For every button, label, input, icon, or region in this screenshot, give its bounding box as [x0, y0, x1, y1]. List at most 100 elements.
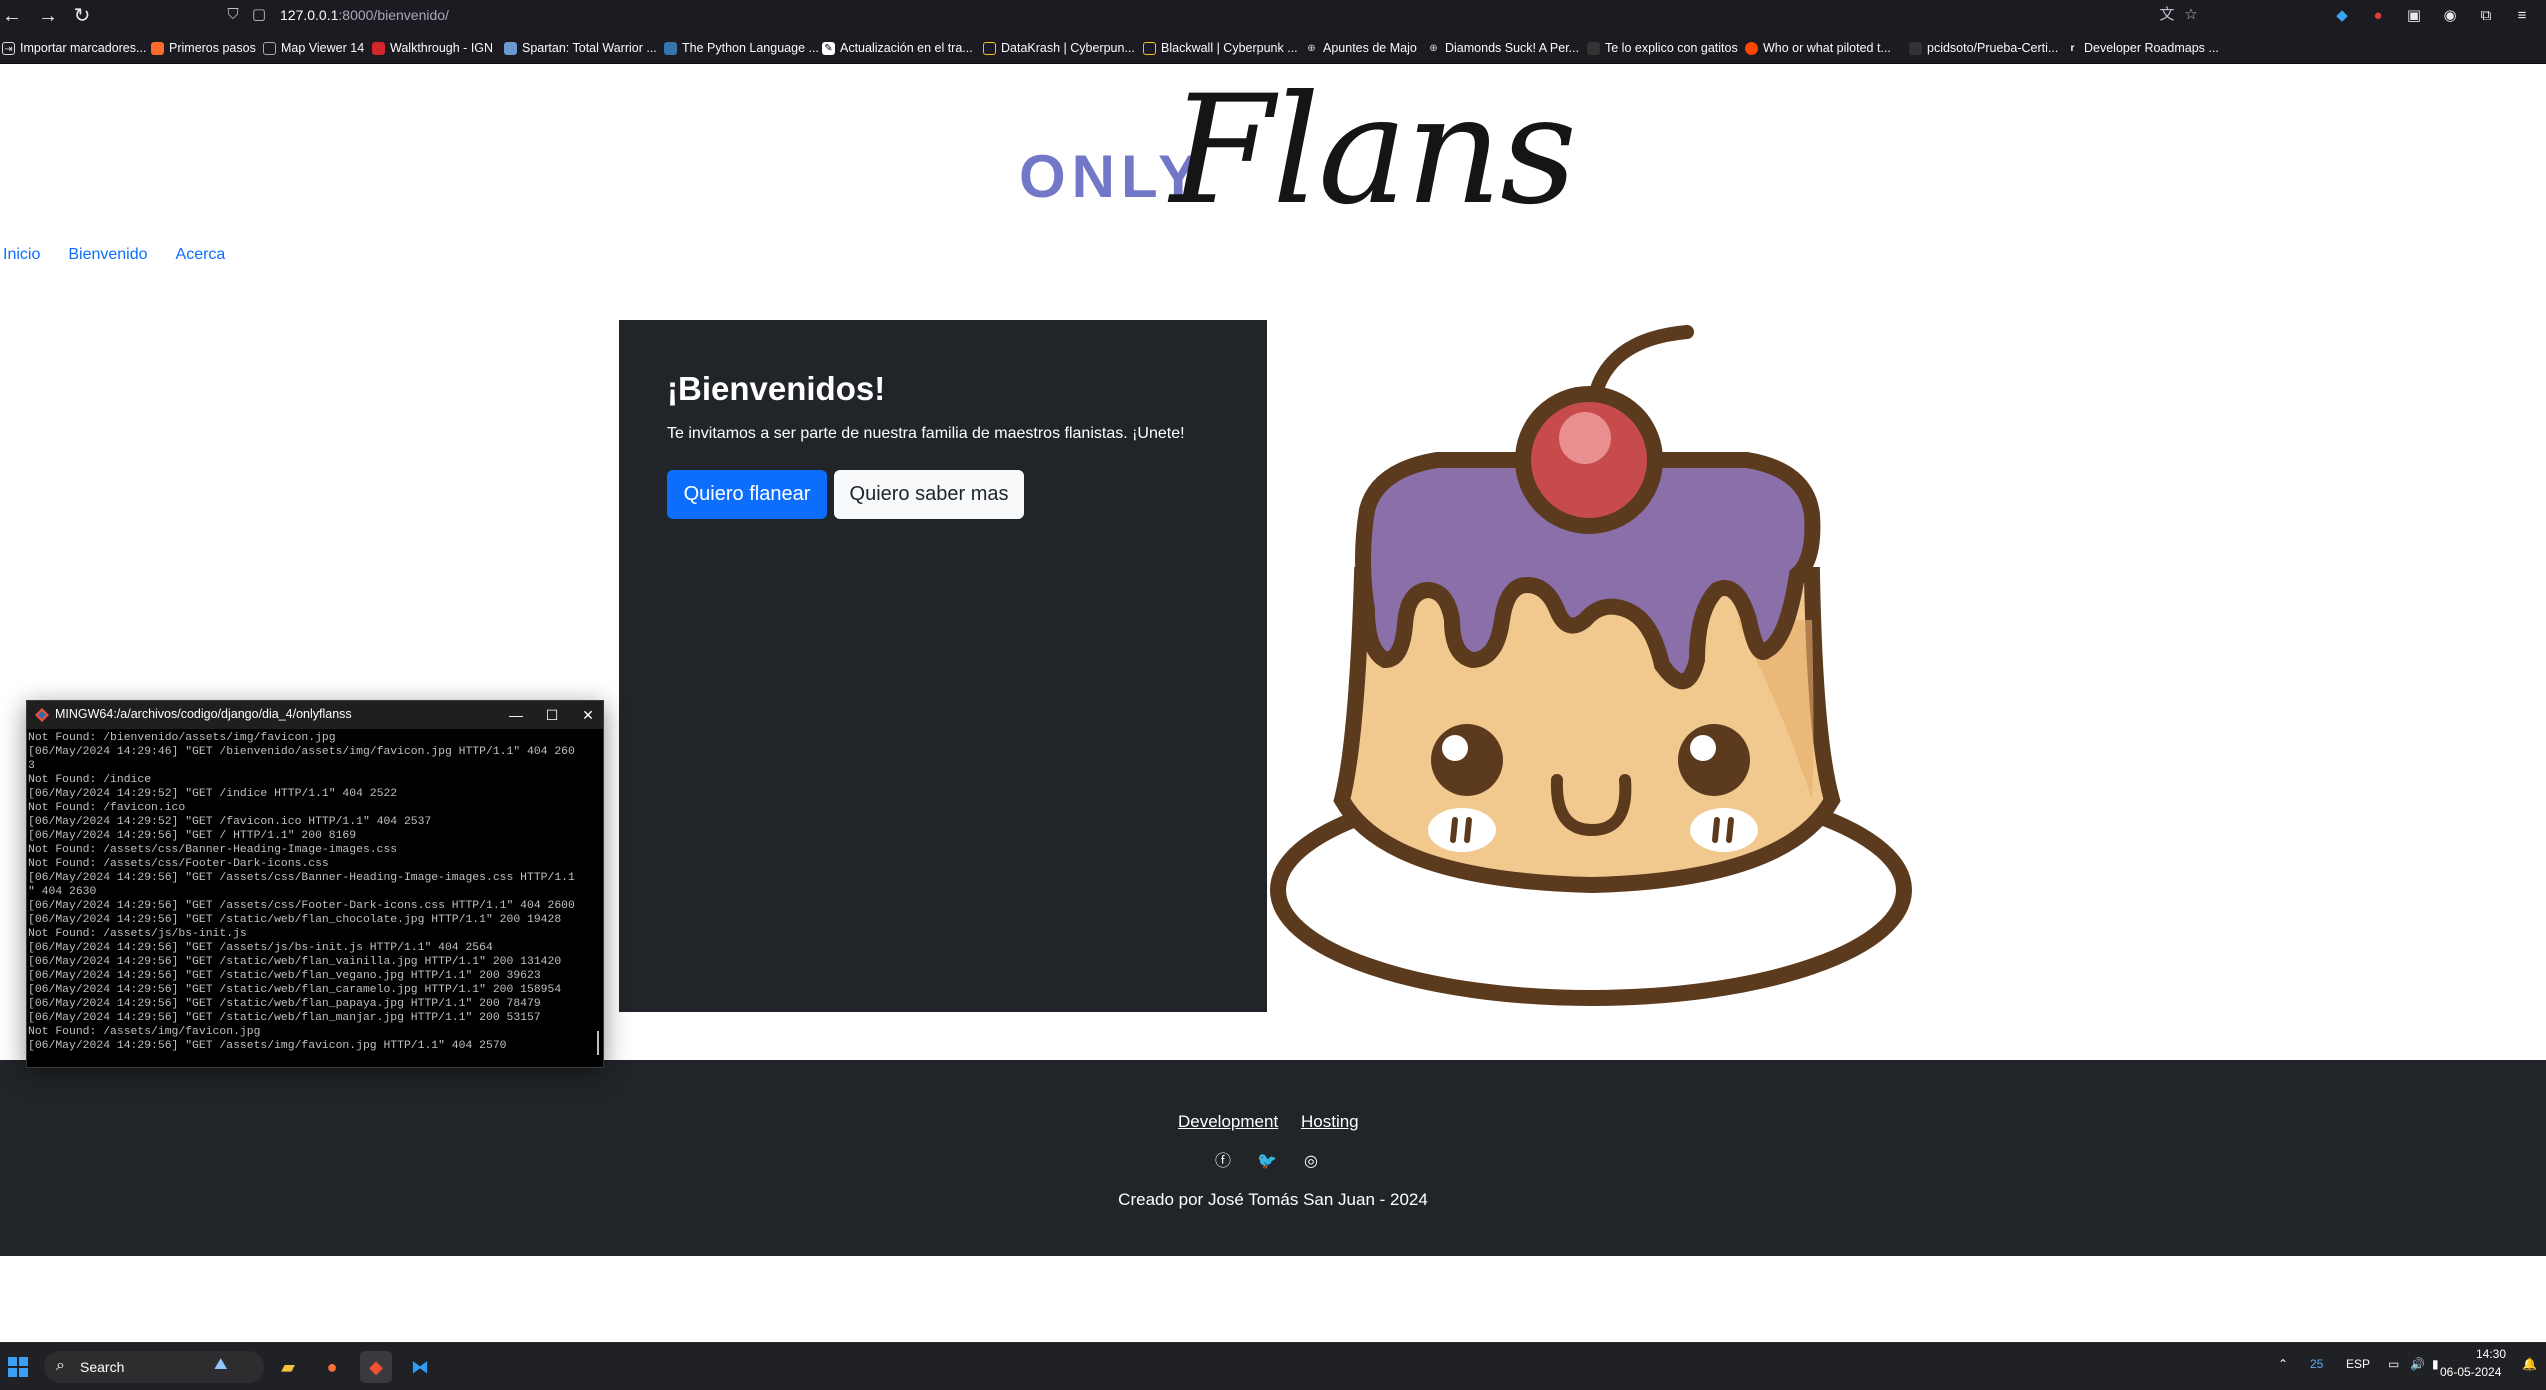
nav-link-acerca[interactable]: Acerca	[173, 240, 229, 270]
python-icon	[664, 41, 677, 55]
menu-icon[interactable]: ≡	[2512, 6, 2532, 26]
page-info-icon[interactable]: ▢	[250, 6, 268, 24]
bookmark-label: The Python Language ...	[682, 41, 819, 55]
terminal-line: [06/May/2024 14:29:56] "GET / HTTP/1.1" …	[28, 830, 357, 842]
github-icon	[1909, 41, 1922, 55]
footer-link-hosting[interactable]: Hosting	[1301, 1112, 1359, 1132]
volume-icon[interactable]: 🔊	[2410, 1357, 2425, 1371]
terminal-line: Not Found: /assets/css/Banner-Heading-Im…	[28, 844, 398, 856]
url-path: :8000/bienvenido/	[338, 7, 449, 23]
terminal-line: [06/May/2024 14:29:56] "GET /static/web/…	[28, 970, 541, 982]
terminal-line: [06/May/2024 14:29:56] "GET /static/web/…	[28, 914, 562, 926]
minimize-icon[interactable]: —	[505, 704, 527, 726]
bookmark-label: Diamonds Suck! A Per...	[1445, 41, 1580, 55]
twitter-icon[interactable]: 🐦	[1257, 1152, 1277, 1172]
file-explorer-icon[interactable]: ▰	[272, 1351, 304, 1383]
tray-chevron-icon[interactable]: ⌃	[2278, 1357, 2288, 1371]
extension-red-icon[interactable]: ●	[2368, 6, 2388, 26]
bookmark-label: pcidsoto/Prueba-Certi...	[1927, 41, 2059, 55]
back-arrow-icon[interactable]: ←	[0, 4, 24, 28]
reload-icon[interactable]: ↻	[70, 4, 94, 28]
firefox-icon[interactable]: ●	[316, 1351, 348, 1383]
bookmark-item[interactable]: DataKrash | Cyberpun...	[983, 39, 1135, 57]
hero-text: Te invitamos a ser parte de nuestra fami…	[667, 425, 1185, 442]
bookmark-item[interactable]: Walkthrough - IGN	[372, 39, 493, 57]
bookmark-label: DataKrash | Cyberpun...	[1001, 41, 1135, 55]
bookmark-item[interactable]: pcidsoto/Prueba-Certi...	[1909, 39, 2058, 57]
clock-date[interactable]: 06-05-2024	[2440, 1365, 2501, 1379]
shield-icon[interactable]: ⛉	[224, 6, 242, 24]
terminal-line: [06/May/2024 14:29:52] "GET /favicon.ico…	[28, 816, 432, 828]
flan-illustration	[1267, 320, 1915, 1012]
battery-icon[interactable]: ▮	[2432, 1357, 2439, 1371]
extension-camera-icon[interactable]: ▣	[2404, 6, 2424, 26]
taskbar-search[interactable]: ⌕ Search ⛰	[44, 1351, 264, 1383]
terminal-line: [06/May/2024 14:29:56] "GET /static/web/…	[28, 998, 541, 1010]
bookmark-item[interactable]: Blackwall | Cyberpunk ...	[1143, 39, 1298, 57]
page-icon	[263, 41, 276, 55]
search-label: Search	[80, 1359, 125, 1375]
bookmark-item[interactable]: The Python Language ...	[664, 39, 819, 57]
terminal-window[interactable]: MINGW64:/a/archivos/codigo/django/dia_4/…	[26, 700, 604, 1068]
facebook-icon[interactable]: ⓕ	[1213, 1152, 1233, 1172]
ign-icon	[372, 41, 385, 55]
terminal-line: Not Found: /favicon.ico	[28, 802, 186, 814]
account-icon[interactable]: ◉	[2440, 6, 2460, 26]
terminal-output[interactable]: Not Found: /bienvenido/assets/img/favico…	[27, 731, 591, 1067]
cyberpunk-icon	[1143, 41, 1156, 55]
terminal-line: Not Found: /assets/img/favicon.jpg	[28, 1026, 261, 1038]
hero-panel: ¡Bienvenidos! Te invitamos a ser parte d…	[619, 320, 1267, 1012]
bookmark-star-icon[interactable]: ☆	[2182, 6, 2200, 24]
clock-time[interactable]: 14:30	[2476, 1347, 2506, 1361]
terminal-line: [06/May/2024 14:29:46] "GET /bienvenido/…	[28, 746, 575, 758]
git-bash-taskbar-icon[interactable]: ◆	[360, 1351, 392, 1383]
instagram-icon[interactable]: ◎	[1301, 1152, 1321, 1172]
nav-link-bienvenido[interactable]: Bienvenido	[65, 240, 150, 270]
globe-icon: ⊕	[1429, 42, 1438, 54]
search-highlight-icon: ⛰	[214, 1356, 228, 1373]
bookmark-item[interactable]: Primeros pasos	[151, 39, 256, 57]
close-icon[interactable]: ✕	[577, 704, 599, 726]
weather-temp[interactable]: 25	[2310, 1357, 2323, 1371]
bookmark-item[interactable]: ⊕ Diamonds Suck! A Per...	[1427, 39, 1579, 57]
site-footer: Development Hosting ⓕ 🐦 ◎ Creado por Jos…	[0, 1060, 2546, 1256]
bookmark-item[interactable]: Who or what piloted t...	[1745, 39, 1891, 57]
bookmark-item[interactable]: Map Viewer 14	[263, 39, 364, 57]
browser-toolbar: ← → ↻ ⛉ ▢ 127.0.0.1:8000/bienvenido/ 文 ☆…	[0, 0, 2546, 32]
maximize-icon[interactable]: ☐	[541, 704, 563, 726]
extension-gem-icon[interactable]: ◆	[2332, 6, 2352, 26]
terminal-titlebar[interactable]: MINGW64:/a/archivos/codigo/django/dia_4/…	[27, 701, 603, 729]
extensions-puzzle-icon[interactable]: ⧉	[2476, 6, 2496, 26]
bookmark-item[interactable]: ✎ Actualización en el tra...	[822, 39, 973, 57]
quiero-saber-mas-button[interactable]: Quiero saber mas	[834, 470, 1024, 519]
quiero-flanear-button[interactable]: Quiero flanear	[667, 470, 827, 519]
bookmark-label: Primeros pasos	[169, 41, 256, 55]
terminal-title: MINGW64:/a/archivos/codigo/django/dia_4/…	[55, 707, 352, 721]
bookmark-label: Who or what piloted t...	[1763, 41, 1891, 55]
notification-bell-icon[interactable]: 🔔	[2522, 1357, 2537, 1371]
nav-link-inicio[interactable]: Inicio	[0, 240, 43, 270]
vscode-icon[interactable]: ⧓	[404, 1351, 436, 1383]
terminal-line: [06/May/2024 14:29:56] "GET /assets/img/…	[28, 1040, 507, 1052]
forward-arrow-icon[interactable]: →	[36, 4, 60, 28]
url-text[interactable]: 127.0.0.1:8000/bienvenido/	[280, 7, 449, 23]
windows-start-icon[interactable]	[8, 1357, 28, 1377]
swirl-icon	[504, 41, 517, 55]
translate-icon[interactable]: 文	[2158, 6, 2176, 24]
terminal-line: [06/May/2024 14:29:56] "GET /assets/css/…	[28, 900, 575, 912]
bookmark-label: Blackwall | Cyberpunk ...	[1161, 41, 1298, 55]
url-host: 127.0.0.1	[280, 7, 339, 23]
bookmark-label: Actualización en el tra...	[840, 41, 973, 55]
bookmark-item[interactable]: r Developer Roadmaps ...	[2066, 39, 2219, 57]
bookmark-item[interactable]: ⊕ Apuntes de Majo	[1305, 39, 1417, 57]
address-bar[interactable]: ⛉ ▢ 127.0.0.1:8000/bienvenido/ 文 ☆	[214, 3, 2204, 29]
network-icon[interactable]: ▭	[2388, 1357, 2399, 1371]
language-indicator[interactable]: ESP	[2346, 1357, 2370, 1371]
footer-link-development[interactable]: Development	[1178, 1112, 1278, 1132]
git-bash-icon	[35, 708, 49, 722]
bookmark-item[interactable]: ⇥ Importar marcadores...	[2, 39, 146, 57]
terminal-scrollbar[interactable]	[597, 1031, 599, 1055]
bookmark-item[interactable]: Spartan: Total Warrior ...	[504, 39, 657, 57]
hero-title: ¡Bienvenidos!	[667, 370, 886, 407]
bookmark-item[interactable]: Te lo explico con gatitos	[1587, 39, 1738, 57]
